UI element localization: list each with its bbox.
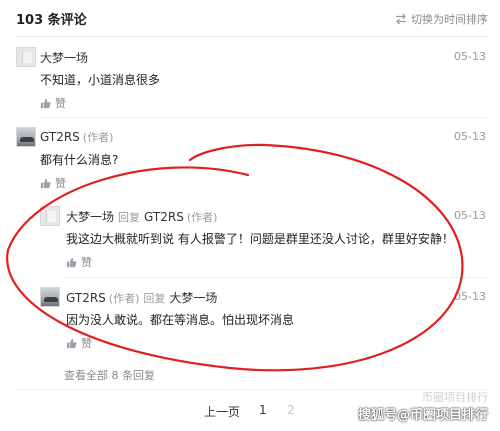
comment-date: 05-13 [454, 50, 486, 63]
avatar[interactable] [16, 127, 36, 147]
like-button[interactable]: 赞 [66, 254, 92, 270]
reply-item: GT2RS (作者) 回复 大梦一场 05-13 因为没人敢说。都在等消息。怕出现坏消… [40, 287, 486, 353]
reply-text: 我这边大概就听到说 有人报警了！问题是群里还没人讨论，群里好安静！ [66, 232, 454, 246]
reply-author-name[interactable]: GT2RS [66, 291, 106, 305]
thumbs-up-icon [66, 338, 77, 348]
reply-target-name[interactable]: GT2RS [144, 210, 184, 224]
reply-word: 回复 [143, 292, 166, 305]
thumbs-up-icon [40, 98, 51, 108]
like-label: 赞 [55, 97, 66, 110]
comments-header: 103 条评论 切换为时间排序 [0, 0, 500, 36]
comment-text: 都有什么消息? [40, 153, 119, 167]
comment-divider [40, 117, 486, 118]
reply-text: 因为没人敢说。都在等消息。怕出现坏消息 [66, 313, 295, 327]
reply-author: 大梦一场 回复 GT2RS (作者) [66, 208, 217, 225]
swap-icon [396, 13, 406, 25]
thumbs-up-icon [40, 178, 51, 188]
reply-divider [64, 277, 486, 278]
comment-item: GT2RS (作者) 05-13 都有什么消息? 赞 [16, 127, 486, 193]
author-tag: (作者) [82, 131, 114, 144]
reply-date: 05-13 [454, 209, 486, 222]
avatar[interactable] [40, 287, 60, 307]
like-button[interactable]: 赞 [66, 335, 92, 351]
comment-author: GT2RS (作者) [40, 129, 113, 145]
reply-author-name[interactable]: 大梦一场 [66, 210, 114, 224]
watermark-faint: 币圈项目排行 [422, 391, 488, 404]
author-tag: (作者) [186, 211, 218, 224]
watermark: 搜狐号@币圈项目排行 [357, 408, 488, 423]
sort-toggle-label: 切换为时间排序 [411, 13, 488, 26]
comment-text: 不知道，小道消息很多 [40, 73, 161, 87]
avatar[interactable] [40, 206, 60, 226]
reply-author: GT2RS (作者) 回复 大梦一场 [66, 289, 217, 306]
pagination-divider [16, 389, 486, 390]
page-2-button[interactable]: 2 [287, 403, 295, 417]
prev-page-button[interactable]: 上一页 [204, 403, 240, 420]
like-label: 赞 [81, 337, 92, 350]
header-divider [16, 36, 488, 37]
see-all-replies-link[interactable]: 查看全部 8 条回复 [64, 367, 155, 383]
comment-date: 05-13 [454, 130, 486, 143]
like-button[interactable]: 赞 [40, 175, 66, 191]
comment-item: 大梦一场 05-13 不知道，小道消息很多 赞 [16, 47, 486, 113]
avatar[interactable] [16, 47, 36, 67]
reply-word: 回复 [118, 211, 141, 224]
comment-count-title: 103 条评论 [16, 13, 87, 28]
page-1-button[interactable]: 1 [259, 403, 267, 417]
like-label: 赞 [81, 256, 92, 269]
reply-target-name[interactable]: 大梦一场 [169, 291, 217, 305]
reply-date: 05-13 [454, 290, 486, 303]
like-label: 赞 [55, 177, 66, 190]
reply-item: 大梦一场 回复 GT2RS (作者) 05-13 我这边大概就听到说 有人报警了！问题… [40, 206, 486, 272]
comment-author-name[interactable]: 大梦一场 [40, 49, 88, 66]
sort-toggle-button[interactable]: 切换为时间排序 [395, 11, 488, 27]
author-tag: (作者) [108, 292, 140, 305]
thumbs-up-icon [66, 257, 77, 267]
comment-author-name[interactable]: GT2RS [40, 130, 80, 144]
like-button[interactable]: 赞 [40, 95, 66, 111]
